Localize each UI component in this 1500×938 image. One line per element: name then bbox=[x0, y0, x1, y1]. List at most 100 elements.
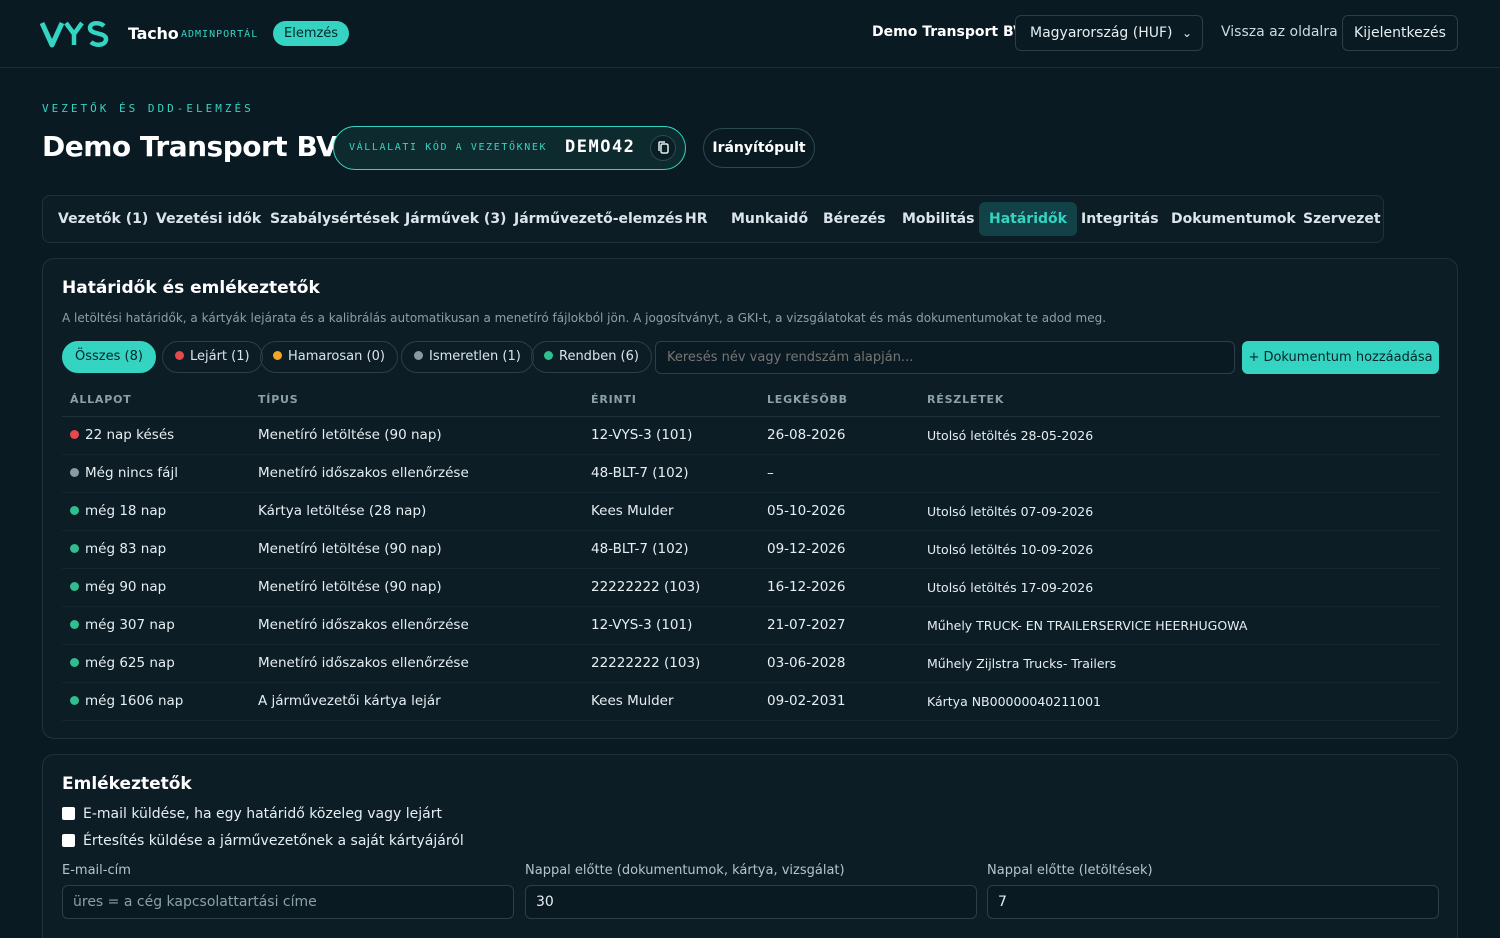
company-code-box: VÁLLALATI KÓD A VEZETŐKNEK DEMO42 bbox=[333, 126, 686, 170]
tab-mobility[interactable]: Mobilitás bbox=[902, 202, 974, 236]
status-dot-icon bbox=[70, 620, 79, 629]
status-cell: még 90 nap bbox=[70, 579, 166, 595]
details-cell: Műhely TRUCK- EN TRAILERSERVICE HEERHUGO… bbox=[927, 618, 1248, 633]
due-cell: 09-12-2026 bbox=[767, 541, 846, 557]
chevron-down-icon: ⌄ bbox=[1181, 26, 1192, 40]
driver-notify-checkbox[interactable]: Értesítés küldése a járművezetőnek a saj… bbox=[62, 833, 464, 849]
status-cell: 22 nap késés bbox=[70, 427, 174, 443]
table-row[interactable]: még 83 nap Menetíró letöltése (90 nap) 4… bbox=[62, 531, 1440, 569]
status-dot-icon bbox=[70, 696, 79, 705]
filter-ok[interactable]: Rendben (6) bbox=[531, 341, 652, 373]
status-dot-icon bbox=[70, 544, 79, 553]
table-row[interactable]: 22 nap késés Menetíró letöltése (90 nap)… bbox=[62, 417, 1440, 455]
type-cell: Kártya letöltése (28 nap) bbox=[258, 503, 427, 519]
table-row[interactable]: még 307 nap Menetíró időszakos ellenőrzé… bbox=[62, 607, 1440, 645]
page-title: Demo Transport BV bbox=[42, 130, 338, 163]
filter-soon[interactable]: Hamarosan (0) bbox=[260, 341, 398, 373]
tab-working-time[interactable]: Munkaidő bbox=[731, 202, 808, 236]
days-docs-label: Nappal előtte (dokumentumok, kártya, viz… bbox=[525, 863, 845, 878]
brand-name: Tacho bbox=[128, 24, 179, 43]
table-row[interactable]: még 18 nap Kártya letöltése (28 nap) Kee… bbox=[62, 493, 1440, 531]
status-cell: még 307 nap bbox=[70, 617, 175, 633]
tab-integrity[interactable]: Integritás bbox=[1081, 202, 1159, 236]
tab-drivers[interactable]: Vezetők (1) bbox=[58, 202, 148, 236]
details-cell: Utolsó letöltés 10-09-2026 bbox=[927, 542, 1094, 557]
email-field-label: E-mail-cím bbox=[62, 863, 131, 878]
type-cell: Menetíró letöltése (90 nap) bbox=[258, 541, 442, 557]
status-text: még 83 nap bbox=[85, 541, 167, 557]
reminders-card: Emlékeztetők E-mail küldése, ha egy hatá… bbox=[42, 754, 1458, 938]
tab-deadlines[interactable]: Határidők bbox=[979, 202, 1077, 236]
column-header-type: TÍPUS bbox=[258, 393, 299, 406]
table-row[interactable]: Még nincs fájl Menetíró időszakos ellenő… bbox=[62, 455, 1440, 493]
tab-driver-analysis[interactable]: Járművezető-elemzés bbox=[514, 202, 683, 236]
company-code-value: DEMO42 bbox=[565, 137, 636, 157]
type-cell: Menetíró időszakos ellenőrzése bbox=[258, 617, 469, 633]
details-cell: Utolsó letöltés 17-09-2026 bbox=[927, 580, 1094, 595]
subject-cell: 12-VYS-3 (101) bbox=[591, 427, 693, 443]
status-dot-icon bbox=[70, 468, 79, 477]
tab-documents[interactable]: Dokumentumok bbox=[1171, 202, 1296, 236]
status-cell: még 83 nap bbox=[70, 541, 166, 557]
back-link[interactable]: Vissza az oldalra bbox=[1221, 24, 1338, 40]
checkbox-icon[interactable] bbox=[62, 834, 75, 847]
status-dot-icon bbox=[70, 658, 79, 667]
checkbox-icon[interactable] bbox=[62, 807, 75, 820]
deadlines-title: Határidők és emlékeztetők bbox=[62, 278, 320, 298]
logout-button[interactable]: Kijelentkezés bbox=[1342, 15, 1458, 51]
subject-cell: 48-BLT-7 (102) bbox=[591, 465, 689, 481]
tab-violations[interactable]: Szabálysértések bbox=[270, 202, 399, 236]
table-row[interactable]: még 90 nap Menetíró letöltése (90 nap) 2… bbox=[62, 569, 1440, 607]
subject-cell: Kees Mulder bbox=[591, 503, 674, 519]
dashboard-button[interactable]: Irányítópult bbox=[703, 128, 815, 168]
column-header-details: RÉSZLETEK bbox=[927, 393, 1005, 406]
due-cell: 26-08-2026 bbox=[767, 427, 846, 443]
subject-cell: 12-VYS-3 (101) bbox=[591, 617, 693, 633]
column-header-status: ÁLLAPOT bbox=[70, 393, 132, 406]
column-header-due: LEGKÉSŐBB bbox=[767, 393, 848, 406]
add-document-button[interactable]: + Dokumentum hozzáadása bbox=[1242, 341, 1439, 374]
status-text: még 307 nap bbox=[85, 617, 175, 633]
page-kicker: VEZETŐK ÉS DDD-ELEMZÉS bbox=[42, 102, 254, 115]
email-reminder-checkbox[interactable]: E-mail küldése, ha egy határidő közeleg … bbox=[62, 806, 442, 822]
copy-code-button[interactable] bbox=[650, 135, 676, 161]
status-text: 22 nap késés bbox=[85, 427, 175, 443]
brand-subtitle: ADMINPORTÁL bbox=[181, 29, 259, 40]
filter-unknown[interactable]: Ismeretlen (1) bbox=[401, 341, 534, 373]
due-cell: 05-10-2026 bbox=[767, 503, 846, 519]
status-text: még 90 nap bbox=[85, 579, 167, 595]
table-row[interactable]: még 625 nap Menetíró időszakos ellenőrzé… bbox=[62, 645, 1440, 683]
mode-pill[interactable]: Elemzés bbox=[273, 21, 350, 46]
tab-payroll[interactable]: Bérezés bbox=[823, 202, 886, 236]
tab-driving-times[interactable]: Vezetési idők bbox=[156, 202, 261, 236]
tab-organization[interactable]: Szervezet bbox=[1303, 202, 1381, 236]
search-input[interactable] bbox=[655, 341, 1235, 374]
email-field[interactable]: üres = a cég kapcsolattartási címe bbox=[62, 885, 514, 919]
vys-logo-icon[interactable] bbox=[40, 19, 120, 49]
due-cell: 21-07-2027 bbox=[767, 617, 846, 633]
filter-expired[interactable]: Lejárt (1) bbox=[162, 341, 263, 373]
orange-dot-icon bbox=[273, 351, 282, 360]
country-select[interactable]: Magyarország (HUF) ⌄ bbox=[1015, 15, 1203, 51]
status-cell: Még nincs fájl bbox=[70, 465, 178, 481]
table-row[interactable]: még 1606 nap A járművezetői kártya lejár… bbox=[62, 683, 1440, 721]
subject-cell: Kees Mulder bbox=[591, 693, 674, 709]
days-docs-field[interactable]: 30 bbox=[525, 885, 977, 919]
status-cell: még 625 nap bbox=[70, 655, 175, 671]
status-text: még 1606 nap bbox=[85, 693, 184, 709]
due-cell: – bbox=[767, 465, 774, 481]
company-name: Demo Transport BV bbox=[872, 24, 1024, 40]
driver-notify-label: Értesítés küldése a járművezetőnek a saj… bbox=[83, 833, 464, 849]
filter-all[interactable]: Összes (8) bbox=[62, 341, 156, 373]
tab-hr[interactable]: HR bbox=[685, 202, 708, 236]
deadlines-description: A letöltési határidők, a kártyák lejárat… bbox=[62, 311, 1107, 325]
company-code-label: VÁLLALATI KÓD A VEZETŐKNEK bbox=[349, 142, 548, 153]
days-downloads-field[interactable]: 7 bbox=[987, 885, 1439, 919]
details-cell: Utolsó letöltés 28-05-2026 bbox=[927, 428, 1094, 443]
country-select-value: Magyarország (HUF) bbox=[1030, 25, 1173, 41]
filter-unknown-label: Ismeretlen (1) bbox=[429, 349, 521, 364]
status-dot-icon bbox=[70, 582, 79, 591]
tab-vehicles[interactable]: Járművek (3) bbox=[405, 202, 506, 236]
subject-cell: 22222222 (103) bbox=[591, 579, 701, 595]
status-dot-icon bbox=[70, 430, 79, 439]
